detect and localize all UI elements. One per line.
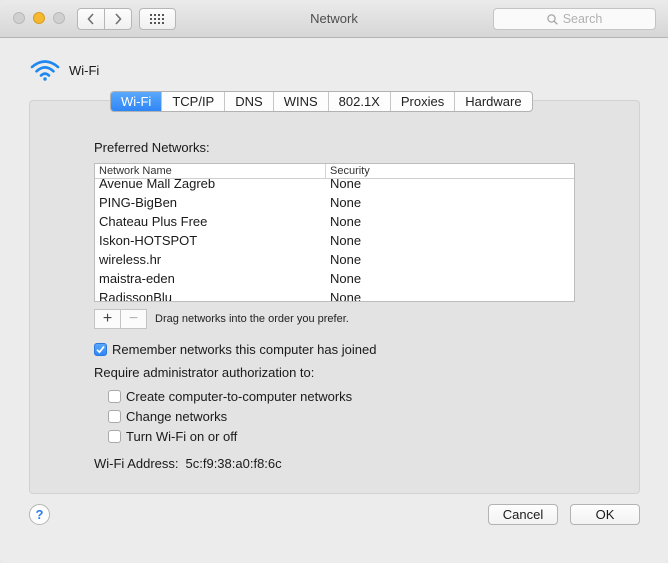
- table-row[interactable]: Iskon-HOTSPOT None: [95, 231, 574, 250]
- checkbox-unchecked[interactable]: [108, 410, 121, 423]
- table-header: Network Name Security: [95, 164, 574, 179]
- network-security: None: [330, 252, 362, 267]
- preferred-networks-table[interactable]: Network Name Security Avenue Mall Zagreb…: [94, 163, 575, 302]
- search-placeholder: Search: [562, 12, 603, 26]
- preferred-networks-label: Preferred Networks:: [94, 140, 210, 155]
- table-rows: Avenue Mall Zagreb None PING-BigBen None C…: [95, 174, 574, 302]
- remember-networks-label: Remember networks this computer has join…: [112, 342, 377, 357]
- table-row[interactable]: PING-BigBen None: [95, 193, 574, 212]
- tab-8021x[interactable]: 802.1X: [327, 92, 390, 111]
- network-security: None: [330, 195, 362, 210]
- table-row[interactable]: maistra-eden None: [95, 269, 574, 288]
- option-create-c2c-checkbox[interactable]: Create computer-to-computer networks: [108, 389, 352, 404]
- drag-hint: Drag networks into the order you prefer.: [155, 313, 349, 325]
- option-label: Change networks: [126, 409, 228, 424]
- network-security: None: [330, 271, 362, 286]
- tab-proxies[interactable]: Proxies: [389, 92, 454, 111]
- ok-button[interactable]: OK: [570, 504, 640, 525]
- tab-tcpip[interactable]: TCP/IP: [161, 92, 224, 111]
- require-admin-label: Require administrator authorization to:: [94, 365, 315, 380]
- option-label: Turn Wi-Fi on or off: [126, 429, 238, 444]
- cancel-button[interactable]: Cancel: [488, 504, 558, 525]
- add-remove-control: + −: [94, 309, 147, 329]
- tab-wins[interactable]: WINS: [272, 92, 328, 111]
- network-name: PING-BigBen: [99, 195, 178, 210]
- help-button[interactable]: ?: [29, 504, 50, 525]
- network-name: wireless.hr: [99, 252, 162, 267]
- network-security: None: [330, 214, 362, 229]
- network-name: maistra-eden: [99, 271, 175, 286]
- wifi-address-label: Wi-Fi Address:: [94, 456, 179, 471]
- network-name: Iskon-HOTSPOT: [99, 233, 198, 248]
- checkmark-icon: [96, 345, 105, 354]
- table-row[interactable]: Chateau Plus Free None: [95, 212, 574, 231]
- column-network-name[interactable]: Network Name: [99, 165, 172, 177]
- option-toggle-wifi-checkbox[interactable]: Turn Wi-Fi on or off: [108, 429, 237, 444]
- checkbox-unchecked[interactable]: [108, 430, 121, 443]
- network-security: None: [330, 290, 362, 302]
- remove-network-button[interactable]: −: [120, 310, 146, 328]
- wifi-address: Wi-Fi Address: 5c:f9:38:a0:f8:6c: [94, 456, 282, 471]
- network-name: RadissonBlu: [99, 290, 172, 302]
- wifi-address-value: 5c:f9:38:a0:f8:6c: [185, 456, 282, 471]
- checkbox-checked[interactable]: [94, 343, 107, 356]
- tab-bar: Wi-Fi TCP/IP DNS WINS 802.1X Proxies Har…: [110, 91, 533, 112]
- network-security: None: [330, 233, 362, 248]
- table-row[interactable]: wireless.hr None: [95, 250, 574, 269]
- network-window: Network Search Wi-Fi Wi-Fi TCP/IP DNS WI…: [0, 0, 668, 563]
- tab-dns[interactable]: DNS: [224, 92, 272, 111]
- search-field[interactable]: Search: [493, 8, 656, 30]
- title-bar: Network Search: [0, 0, 668, 38]
- interface-label: Wi-Fi: [69, 62, 100, 78]
- remember-networks-checkbox[interactable]: Remember networks this computer has join…: [94, 342, 376, 357]
- checkbox-unchecked[interactable]: [108, 390, 121, 403]
- tab-wifi[interactable]: Wi-Fi: [111, 92, 162, 111]
- search-icon: [546, 13, 558, 25]
- tab-hardware[interactable]: Hardware: [454, 92, 531, 111]
- network-name: Chateau Plus Free: [99, 214, 208, 229]
- add-network-button[interactable]: +: [95, 310, 120, 328]
- wifi-icon: [30, 60, 60, 81]
- table-row[interactable]: RadissonBlu None: [95, 288, 574, 302]
- option-label: Create computer-to-computer networks: [126, 389, 353, 404]
- interface-header: Wi-Fi: [30, 59, 99, 81]
- option-change-networks-checkbox[interactable]: Change networks: [108, 409, 227, 424]
- column-security[interactable]: Security: [325, 164, 370, 179]
- window-bottom-edge: [0, 543, 668, 563]
